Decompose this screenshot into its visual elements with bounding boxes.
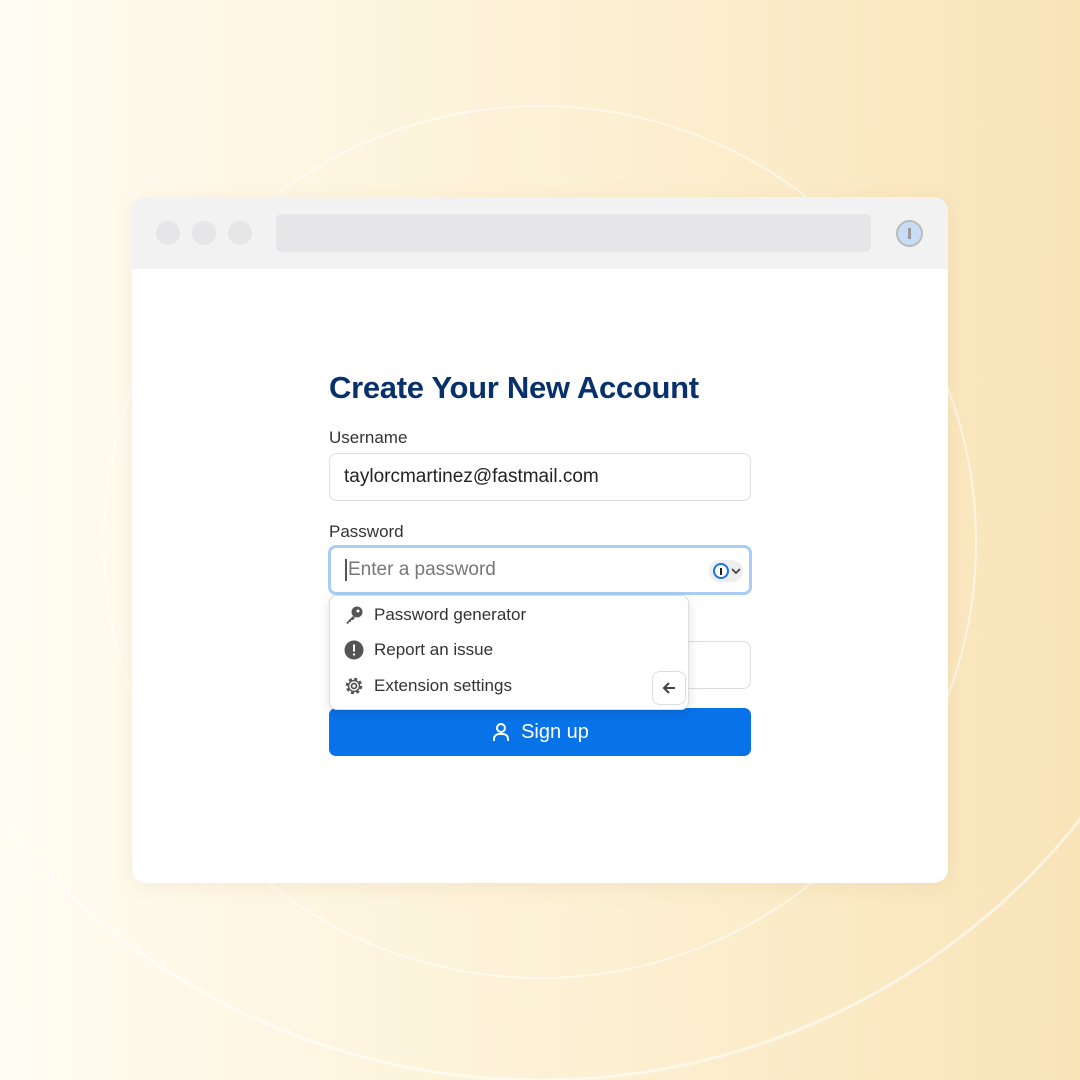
password-placeholder: Enter a password [345, 559, 496, 581]
sign-up-label: Sign up [521, 720, 589, 743]
user-icon [493, 723, 510, 741]
arrow-left-icon [662, 682, 675, 694]
username-field[interactable]: taylorcmartinez@fastmail.com [329, 453, 751, 501]
menu-item-report-issue[interactable]: Report an issue [344, 640, 493, 660]
browser-toolbar [132, 197, 948, 269]
chevron-down-icon [731, 568, 741, 575]
back-button[interactable] [652, 671, 686, 705]
username-value: taylorcmartinez@fastmail.com [344, 466, 599, 487]
username-label: Username [329, 428, 408, 447]
autofill-menu: Password generator Report an issue Exten… [329, 595, 689, 710]
window-dot[interactable] [156, 221, 180, 245]
1password-icon [713, 563, 729, 579]
password-label: Password [329, 522, 404, 541]
1password-fill-button[interactable] [709, 560, 743, 582]
window-dot[interactable] [192, 221, 216, 245]
address-bar[interactable] [276, 214, 871, 252]
password-field[interactable]: Enter a password [328, 545, 752, 595]
menu-item-extension-settings[interactable]: Extension settings [344, 676, 512, 696]
key-icon [346, 606, 363, 624]
menu-item-password-generator[interactable]: Password generator [344, 605, 526, 625]
alert-icon [344, 640, 364, 660]
gear-icon [345, 677, 363, 695]
window-dot[interactable] [228, 221, 252, 245]
1password-icon[interactable] [896, 220, 923, 247]
sign-up-button[interactable]: Sign up [329, 708, 751, 756]
page-title: Create Your New Account [329, 370, 699, 405]
browser-window: Create Your New Account Username taylorc… [132, 197, 948, 883]
